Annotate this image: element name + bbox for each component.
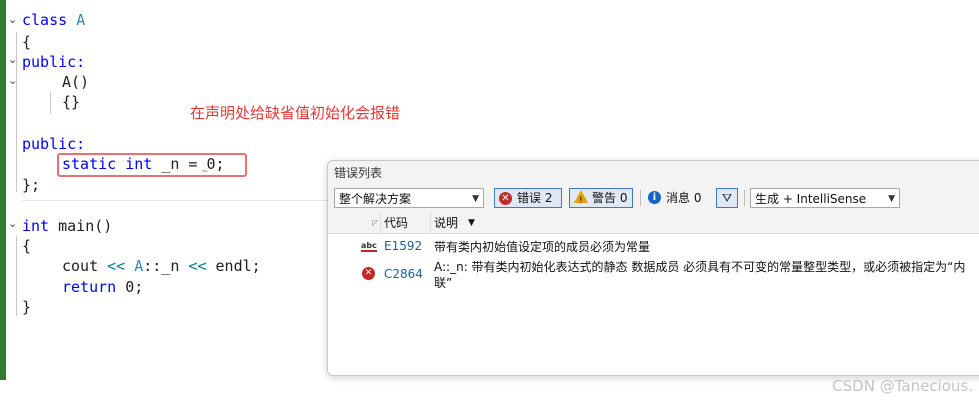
chevron-down-icon: ▼: [472, 194, 479, 204]
warnings-filter-label: 警告 0: [592, 191, 628, 205]
messages-filter-button[interactable]: i 消息 0: [646, 188, 726, 208]
panel-title: 错误列表: [334, 166, 383, 180]
keyword: return: [62, 278, 117, 296]
error-code[interactable]: C2864: [384, 267, 423, 281]
watermark: CSDN @Tanecious.: [832, 377, 973, 395]
fold-chevron-icon[interactable]: ⌄: [8, 14, 20, 26]
operator: <<: [107, 257, 126, 275]
code-line: public:: [22, 135, 86, 153]
toolbar-separator: [744, 190, 745, 206]
separator: [22, 200, 327, 201]
keyword: int: [22, 217, 50, 235]
warning-icon: !: [574, 190, 588, 206]
sort-corner-icon: ◸: [372, 218, 379, 227]
code-line: cout << A::_n << endl;: [62, 256, 261, 276]
code-line: {}: [62, 93, 81, 111]
code-line: A(): [62, 73, 90, 91]
code-line: int main(): [22, 216, 112, 236]
error-list-grid: ◸ 代码 说明 ▼ abc E1592 带有类内初始值设定项的成员必须为常量 ✕…: [328, 213, 979, 375]
build-source-select[interactable]: 生成 + IntelliSense ▼: [750, 188, 900, 208]
operator: <<: [188, 257, 207, 275]
errors-filter-button[interactable]: ✕ 错误 2: [494, 188, 562, 208]
scope-select[interactable]: 整个解决方案 ▼: [334, 188, 484, 208]
fold-chevron-icon[interactable]: ⌄: [8, 218, 20, 230]
funnel-icon: ⛛: [721, 191, 733, 205]
warnings-filter-button[interactable]: ! 警告 0: [569, 188, 633, 208]
keyword: class: [22, 11, 68, 29]
intellisense-error-icon: abc: [361, 241, 377, 252]
code-line: return 0;: [62, 277, 143, 297]
error-icon: ✕: [362, 267, 375, 280]
code-line: {: [22, 237, 32, 255]
messages-filter-label: 消息 0: [666, 191, 702, 205]
code-text: ::_n: [143, 257, 180, 275]
sort-down-icon[interactable]: ▼: [468, 213, 475, 233]
error-list-toolbar: 整个解决方案 ▼ ✕ 错误 2 ! 警告 0 i 消息 0 ⛛ 生成 + Intelli…: [328, 187, 979, 213]
info-icon: i: [648, 191, 661, 204]
error-description: 带有类内初始值设定项的成员必须为常量: [434, 240, 651, 254]
error-icon: ✕: [499, 192, 512, 205]
fold-chevron-icon[interactable]: ⌄: [8, 54, 20, 66]
grid-header: ◸ 代码 说明 ▼: [328, 213, 979, 234]
error-row[interactable]: abc E1592 带有类内初始值设定项的成员必须为常量: [328, 237, 979, 257]
code-line: class A: [22, 10, 85, 30]
code-text: 0;: [125, 278, 144, 296]
code-text: cout: [62, 257, 99, 275]
code-line: public:: [22, 53, 86, 71]
error-row[interactable]: ✕ C2864 A::_n: 带有类内初始化表达式的静态 数据成员 必须具有不可…: [328, 259, 979, 295]
indent-guide: [16, 32, 17, 192]
error-code[interactable]: E1592: [384, 239, 422, 253]
header-description[interactable]: 说明: [434, 213, 458, 233]
errors-filter-label: 错误 2: [517, 191, 553, 205]
indent-guide: [50, 92, 51, 114]
code-line: {: [22, 33, 32, 51]
header-code[interactable]: 代码: [384, 213, 408, 233]
scope-select-value: 整个解决方案: [339, 192, 412, 206]
error-squiggle: ~: [201, 167, 209, 177]
class-name: A: [76, 11, 86, 29]
error-description: A::_n: 带有类内初始化表达式的静态 数据成员 必须具有不可变的常量整型类型…: [434, 260, 966, 290]
chevron-down-icon: ▼: [888, 194, 895, 204]
code-line: };: [22, 176, 41, 194]
filter-funnel-button[interactable]: ⛛: [716, 188, 738, 208]
highlight-box: [57, 153, 247, 177]
indent-guide: [16, 236, 17, 316]
toolbar-separator: [640, 190, 641, 206]
build-source-value: 生成 + IntelliSense: [755, 192, 867, 206]
error-list-panel: 错误列表 整个解决方案 ▼ ✕ 错误 2 ! 警告 0 i 消息 0 ⛛ 生成 + In…: [327, 160, 979, 376]
code-text: main(): [58, 217, 113, 235]
fold-chevron-icon[interactable]: ⌄: [8, 75, 20, 87]
column-divider: [430, 213, 431, 233]
column-divider: [380, 213, 381, 233]
code-text: endl;: [215, 257, 261, 275]
class-name: A: [134, 257, 144, 275]
code-line: }: [22, 298, 32, 316]
annotation-text: 在声明处给缺省值初始化会报错: [190, 104, 401, 122]
